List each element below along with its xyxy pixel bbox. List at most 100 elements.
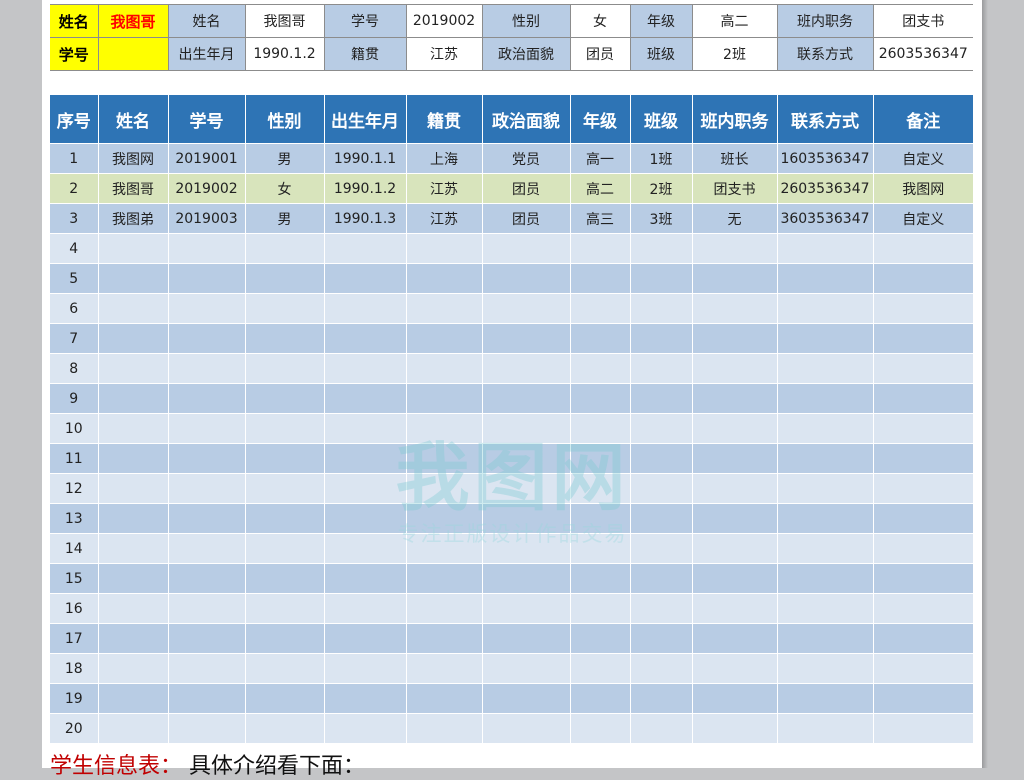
table-cell[interactable] (481, 323, 571, 354)
table-cell[interactable] (481, 533, 571, 564)
table-cell[interactable]: 女 (244, 173, 325, 204)
table-cell[interactable]: 13 (50, 503, 99, 534)
table-cell[interactable] (405, 473, 483, 504)
column-header[interactable]: 性别 (244, 95, 325, 144)
table-cell[interactable] (167, 443, 246, 474)
table-cell[interactable] (405, 263, 483, 294)
table-cell[interactable] (629, 353, 693, 384)
table-cell[interactable] (691, 293, 778, 324)
table-cell[interactable] (872, 593, 973, 624)
table-cell[interactable] (776, 263, 874, 294)
table-cell[interactable] (97, 623, 169, 654)
column-header[interactable]: 备注 (872, 95, 973, 144)
table-cell[interactable] (872, 443, 973, 474)
table-cell[interactable]: 2019001 (167, 143, 246, 174)
table-cell[interactable] (405, 683, 483, 714)
table-cell[interactable] (323, 383, 407, 414)
table-cell[interactable] (244, 593, 325, 624)
table-cell[interactable] (405, 353, 483, 384)
table-cell[interactable] (167, 503, 246, 534)
table-cell[interactable] (629, 533, 693, 564)
table-cell[interactable] (691, 473, 778, 504)
table-cell[interactable] (691, 263, 778, 294)
table-cell[interactable] (776, 653, 874, 684)
table-cell[interactable] (167, 323, 246, 354)
table-cell[interactable] (405, 233, 483, 264)
table-cell[interactable]: 1990.1.2 (323, 173, 407, 204)
table-cell[interactable] (97, 443, 169, 474)
summary-value-cell[interactable]: 高二 (691, 4, 778, 38)
table-cell[interactable] (629, 413, 693, 444)
table-cell[interactable] (569, 533, 631, 564)
table-cell[interactable] (405, 653, 483, 684)
table-cell[interactable] (244, 293, 325, 324)
table-cell[interactable] (167, 293, 246, 324)
table-cell[interactable] (323, 323, 407, 354)
table-cell[interactable] (569, 263, 631, 294)
table-cell[interactable] (481, 593, 571, 624)
table-cell[interactable] (776, 503, 874, 534)
table-cell[interactable] (776, 623, 874, 654)
table-cell[interactable] (323, 653, 407, 684)
table-cell[interactable] (323, 713, 407, 744)
table-cell[interactable] (323, 593, 407, 624)
table-cell[interactable] (872, 713, 973, 744)
table-cell[interactable] (872, 683, 973, 714)
table-cell[interactable] (481, 263, 571, 294)
table-cell[interactable]: 江苏 (405, 203, 483, 234)
column-header[interactable]: 年级 (569, 95, 631, 144)
table-cell[interactable] (691, 713, 778, 744)
column-header[interactable]: 序号 (50, 95, 99, 144)
summary-value-cell[interactable]: 我图哥 (97, 4, 169, 38)
table-cell[interactable] (97, 293, 169, 324)
table-cell[interactable] (872, 383, 973, 414)
table-cell[interactable] (481, 233, 571, 264)
table-cell[interactable]: 高二 (569, 173, 631, 204)
table-cell[interactable]: 14 (50, 533, 99, 564)
table-cell[interactable] (167, 533, 246, 564)
table-cell[interactable] (167, 653, 246, 684)
table-cell[interactable]: 男 (244, 143, 325, 174)
table-cell[interactable] (323, 683, 407, 714)
table-cell[interactable]: 10 (50, 413, 99, 444)
table-cell[interactable] (569, 293, 631, 324)
table-cell[interactable] (569, 683, 631, 714)
table-cell[interactable] (569, 233, 631, 264)
table-cell[interactable] (97, 533, 169, 564)
column-header[interactable]: 班级 (629, 95, 693, 144)
table-cell[interactable] (629, 653, 693, 684)
table-cell[interactable] (244, 233, 325, 264)
table-cell[interactable]: 3603536347 (776, 203, 874, 234)
summary-label-cell[interactable]: 姓名 (167, 4, 246, 38)
column-header[interactable]: 籍贯 (405, 95, 483, 144)
table-cell[interactable]: 12 (50, 473, 99, 504)
column-header[interactable]: 姓名 (97, 95, 169, 144)
table-cell[interactable] (405, 563, 483, 594)
summary-label-cell[interactable]: 班内职务 (776, 4, 874, 38)
table-cell[interactable] (405, 383, 483, 414)
table-cell[interactable] (569, 443, 631, 474)
table-cell[interactable]: 江苏 (405, 173, 483, 204)
table-cell[interactable] (323, 263, 407, 294)
table-cell[interactable] (872, 413, 973, 444)
table-cell[interactable] (629, 563, 693, 594)
table-cell[interactable] (405, 593, 483, 624)
table-cell[interactable]: 11 (50, 443, 99, 474)
table-cell[interactable] (691, 683, 778, 714)
table-cell[interactable] (872, 623, 973, 654)
table-cell[interactable] (244, 413, 325, 444)
table-cell[interactable] (167, 563, 246, 594)
table-cell[interactable] (244, 713, 325, 744)
table-cell[interactable]: 党员 (481, 143, 571, 174)
summary-value-cell[interactable]: 1990.1.2 (244, 37, 325, 71)
table-cell[interactable] (776, 443, 874, 474)
table-cell[interactable] (691, 563, 778, 594)
table-cell[interactable] (323, 353, 407, 384)
table-cell[interactable] (872, 293, 973, 324)
table-cell[interactable] (776, 323, 874, 354)
table-cell[interactable] (481, 653, 571, 684)
table-cell[interactable] (97, 653, 169, 684)
table-cell[interactable] (776, 383, 874, 414)
table-cell[interactable] (97, 593, 169, 624)
table-cell[interactable] (167, 353, 246, 384)
